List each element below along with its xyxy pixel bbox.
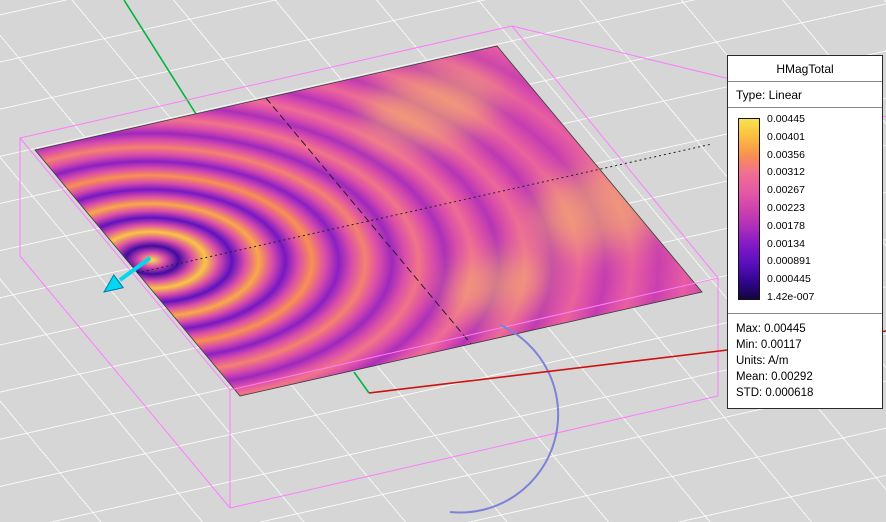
y-axis-upper-segment [124, 0, 196, 114]
colorbar-tick-label: 0.00356 [767, 149, 814, 161]
colorbar-labels: 0.00445 0.00401 0.00356 0.00312 0.00267 0.002… [767, 113, 814, 303]
coil-arc[interactable] [450, 325, 558, 513]
colorbar-gradient [738, 118, 760, 300]
colorbar-tick-label: 0.00445 [767, 113, 814, 125]
colorbar-tick-label: 0.000891 [767, 255, 814, 267]
stat-line: Units: A/m [736, 353, 874, 369]
legend-type-label: Type: Linear [728, 82, 882, 108]
colorbar-tick-label: 0.00134 [767, 238, 814, 250]
viewport-3d[interactable]: HMagTotal Type: Linear 0.004450.004010.0… [0, 0, 886, 522]
legend-panel[interactable]: HMagTotal Type: Linear 0.004450.004010.0… [727, 55, 883, 409]
box-edge [230, 396, 718, 508]
colorbar-tick-label: 0.00267 [767, 184, 814, 196]
colorbar-tick-label: 0.00312 [767, 166, 814, 178]
colorbar-tick-label: 1.42e-007 [767, 291, 814, 303]
colorbar-tick-label: 0.00401 [767, 131, 814, 143]
colorbar-tick-label: 0.00223 [767, 202, 814, 214]
stat-line: STD: 0.000618 [736, 385, 874, 401]
stat-line: Min: 0.00117 [736, 337, 874, 353]
legend-stats: Max: 0.00445Min: 0.00117Units: A/mMean: … [728, 314, 882, 408]
y-axis-origin-segment [354, 372, 369, 393]
stat-line: Mean: 0.00292 [736, 369, 874, 385]
legend-title: HMagTotal [728, 56, 882, 82]
colorbar-tick-label: 0.00178 [767, 220, 814, 232]
colorbar-tick-label: 0.000445 [767, 273, 814, 285]
colorbar-section: 0.00445 0.00401 0.00356 0.00312 0.00267 0.002… [728, 108, 882, 314]
stat-line: Max: 0.00445 [736, 321, 874, 337]
